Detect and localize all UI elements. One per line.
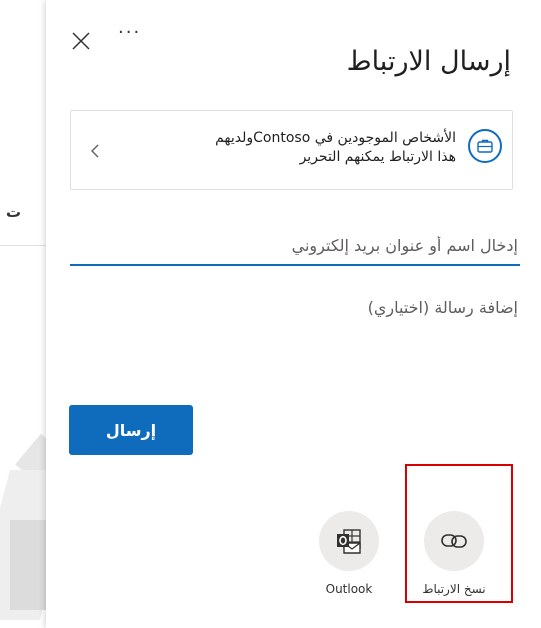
dialog-title: إرسال الارتباط [346, 46, 511, 77]
background-text: ت [6, 203, 22, 221]
link-settings-button[interactable]: الأشخاص الموجودين في Contosoولديهم هذا ا… [70, 110, 513, 190]
close-button[interactable] [70, 30, 92, 52]
permission-line-2: هذا الارتباط يمكنهم التحرير [299, 149, 456, 165]
copy-link-circle [424, 511, 484, 571]
more-options-button[interactable]: ··· [118, 24, 144, 48]
copy-link-label: نسخ الارتباط [422, 582, 486, 596]
briefcase-icon [468, 129, 502, 163]
permission-line-1: الأشخاص الموجودين في Contosoولديهم [215, 130, 456, 146]
send-button[interactable]: إرسال [69, 405, 193, 455]
chevron-left-icon [89, 143, 101, 159]
outlook-label: Outlook [325, 582, 373, 596]
copy-link-button[interactable]: نسخ الارتباط [414, 500, 494, 610]
outlook-share-button[interactable]: Outlook [309, 500, 389, 610]
link-icon [441, 534, 467, 548]
outlook-circle [319, 511, 379, 571]
outlook-icon [337, 529, 361, 554]
close-icon [72, 32, 90, 50]
link-permission-text: الأشخاص الموجودين في Contosoولديهم هذا ا… [126, 129, 456, 167]
background-graphic [10, 520, 46, 610]
recipient-input[interactable] [70, 226, 520, 266]
send-link-dialog: ··· إرسال الارتباط الأشخاص الموجودين في … [46, 0, 541, 628]
background-divider [0, 245, 46, 246]
message-input[interactable] [70, 296, 520, 380]
